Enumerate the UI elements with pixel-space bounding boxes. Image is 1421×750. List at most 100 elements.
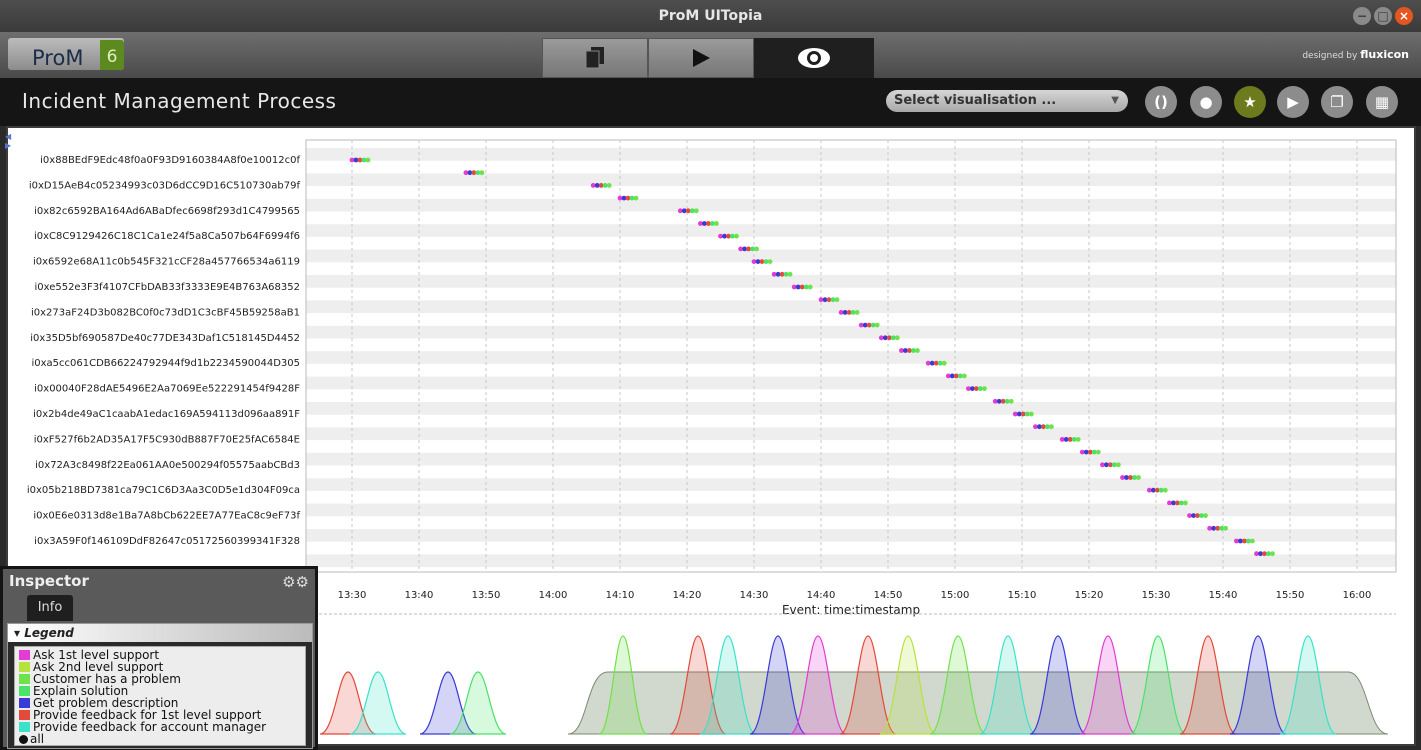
case-label: i0x6592e68A11c0b545F321cCF28a457766534a6…	[33, 257, 300, 268]
copy-icon: ❐	[1330, 93, 1344, 111]
event-dot	[1075, 437, 1081, 442]
event-dot	[1183, 500, 1188, 506]
x-tick-label: 14:20	[673, 590, 702, 601]
event-dot	[915, 348, 920, 353]
expand-arrows-icon[interactable]: ◀ ▶	[5, 132, 13, 162]
view-header: Incident Management Process Select visua…	[0, 78, 1421, 126]
event-dot	[894, 335, 900, 341]
play-icon	[693, 49, 710, 67]
tab-actions[interactable]	[648, 38, 754, 78]
x-axis-label: Event: time:timestamp	[782, 603, 920, 617]
event-dot	[1162, 487, 1168, 493]
event-dot	[606, 183, 612, 188]
chart-row-stripe	[306, 325, 1396, 339]
event-dot	[1203, 513, 1208, 518]
drop-button[interactable]: ●	[1190, 86, 1222, 118]
legend-swatch	[19, 662, 30, 672]
legend-swatch	[19, 734, 28, 744]
event-dot	[1028, 411, 1034, 417]
tab-info[interactable]: Info	[27, 595, 73, 621]
legend-swatch	[19, 674, 30, 684]
event-dot	[961, 373, 967, 379]
event-dot	[807, 284, 813, 290]
event-dot	[714, 221, 719, 226]
prom-logo: ProM 6	[8, 38, 124, 70]
x-tick-label: 14:50	[874, 590, 903, 601]
event-dot	[874, 322, 880, 328]
top-bar: ProM 6 designed by fluxicon	[0, 32, 1421, 78]
event-dot	[767, 259, 773, 264]
minimize-icon[interactable]: −	[1353, 7, 1371, 25]
legend-swatch	[19, 710, 30, 720]
event-dot	[693, 208, 699, 214]
case-label: i0x05b218BD7381ca79C1C6D3Aa3C0D5e1d304F0…	[27, 485, 300, 496]
chart-row-stripe	[306, 351, 1396, 364]
tab-views[interactable]	[754, 38, 874, 78]
x-tick-label: 14:40	[807, 590, 836, 601]
chart-row-stripe	[306, 427, 1396, 441]
logo-text: ProM	[32, 46, 84, 70]
play-icon: ▶	[1287, 93, 1299, 111]
designed-by: designed by fluxicon	[1302, 48, 1409, 61]
legend-swatch	[19, 650, 30, 660]
chart-row-stripe	[306, 478, 1396, 491]
chart-row-stripe	[306, 554, 1396, 568]
chart-row-stripe	[306, 198, 1396, 212]
visualisation-select[interactable]: Select visualisation ... ▼	[886, 90, 1128, 112]
event-dot	[365, 157, 371, 163]
close-icon[interactable]: ×	[1395, 7, 1413, 25]
play-button[interactable]: ▶	[1277, 86, 1309, 118]
legend-panel: ▾ Legend Ask 1st level support Ask 2nd le…	[7, 623, 313, 749]
legend-header[interactable]: ▾ Legend	[8, 624, 312, 642]
event-dot	[754, 246, 759, 252]
favorite-button[interactable]: ★	[1234, 86, 1266, 118]
chart-row-stripe	[306, 249, 1396, 263]
event-dot	[982, 386, 987, 391]
maximize-icon[interactable]: □	[1374, 7, 1392, 25]
perspective-tabs	[542, 38, 874, 78]
case-label: i0x35D5bf690587De40c77DE343Daf1C518145D4…	[30, 333, 300, 344]
x-tick-label: 15:50	[1276, 590, 1305, 601]
case-label: i0x3A59F0f146109DdF82647c05172560399341F…	[34, 536, 300, 547]
inspector-title: Inspector	[9, 572, 89, 590]
chart-row-stripe	[306, 173, 1396, 187]
x-tick-label: 15:30	[1142, 590, 1171, 601]
case-label: i0x2b4de49aC1caabA1edac169A594113d096aa8…	[33, 409, 300, 420]
event-dot	[1270, 551, 1275, 557]
x-tick-label: 13:40	[405, 590, 434, 601]
eye-icon	[798, 48, 830, 68]
event-dot	[834, 297, 840, 303]
chart-row-stripe	[306, 503, 1396, 517]
event-dot	[479, 170, 485, 176]
case-label: i0x72A3c8498f22Ea061AA0e500294f05575aabC…	[35, 460, 300, 471]
documents-icon	[585, 47, 604, 69]
tab-workspace[interactable]	[542, 38, 648, 78]
x-tick-label: 15:20	[1075, 590, 1104, 601]
grid-button[interactable]: ▦	[1366, 86, 1398, 118]
legend-swatch	[19, 686, 30, 696]
x-tick-label: 14:30	[740, 590, 769, 601]
inspector-settings-icon[interactable]: ⚙⚙	[282, 573, 309, 591]
logo-version: 6	[100, 40, 124, 70]
case-label: i0x0E6e0313d8e1Ba7A8bCb622EE7A77EaC8c9eF…	[33, 511, 300, 522]
event-dot	[1008, 398, 1014, 404]
event-dot	[1223, 525, 1228, 531]
x-tick-label: 14:10	[606, 590, 635, 601]
legend-label: all	[30, 732, 45, 746]
chart-row-stripe	[306, 452, 1396, 466]
x-tick-label: 15:40	[1209, 590, 1238, 601]
case-label: i0xe552e3F3f4107CFbDAB33f3333E9E4B763A68…	[34, 282, 300, 293]
chart-row-stripe	[306, 402, 1396, 415]
event-dot	[1250, 538, 1255, 544]
case-label: i0xF527f6b2AD35A17F5C930dB887F70E25fAC65…	[34, 434, 300, 445]
legend-item: Provide feedback for account manager	[19, 721, 301, 733]
legend-swatch	[19, 722, 30, 732]
filter-button[interactable]: ()	[1145, 86, 1177, 118]
copy-button[interactable]: ❐	[1321, 86, 1353, 118]
case-label: i0x00040F28dAE5496E2Aa7069Ee522291454f94…	[34, 384, 300, 395]
chevron-down-icon: ▼	[1111, 95, 1119, 106]
case-label: i0xC8C9129426C18C1Ca1e24f5a8Ca507b64F699…	[34, 231, 300, 242]
legend-item: all	[19, 733, 301, 745]
event-dot	[734, 233, 739, 239]
x-tick-label: 14:00	[539, 590, 568, 601]
